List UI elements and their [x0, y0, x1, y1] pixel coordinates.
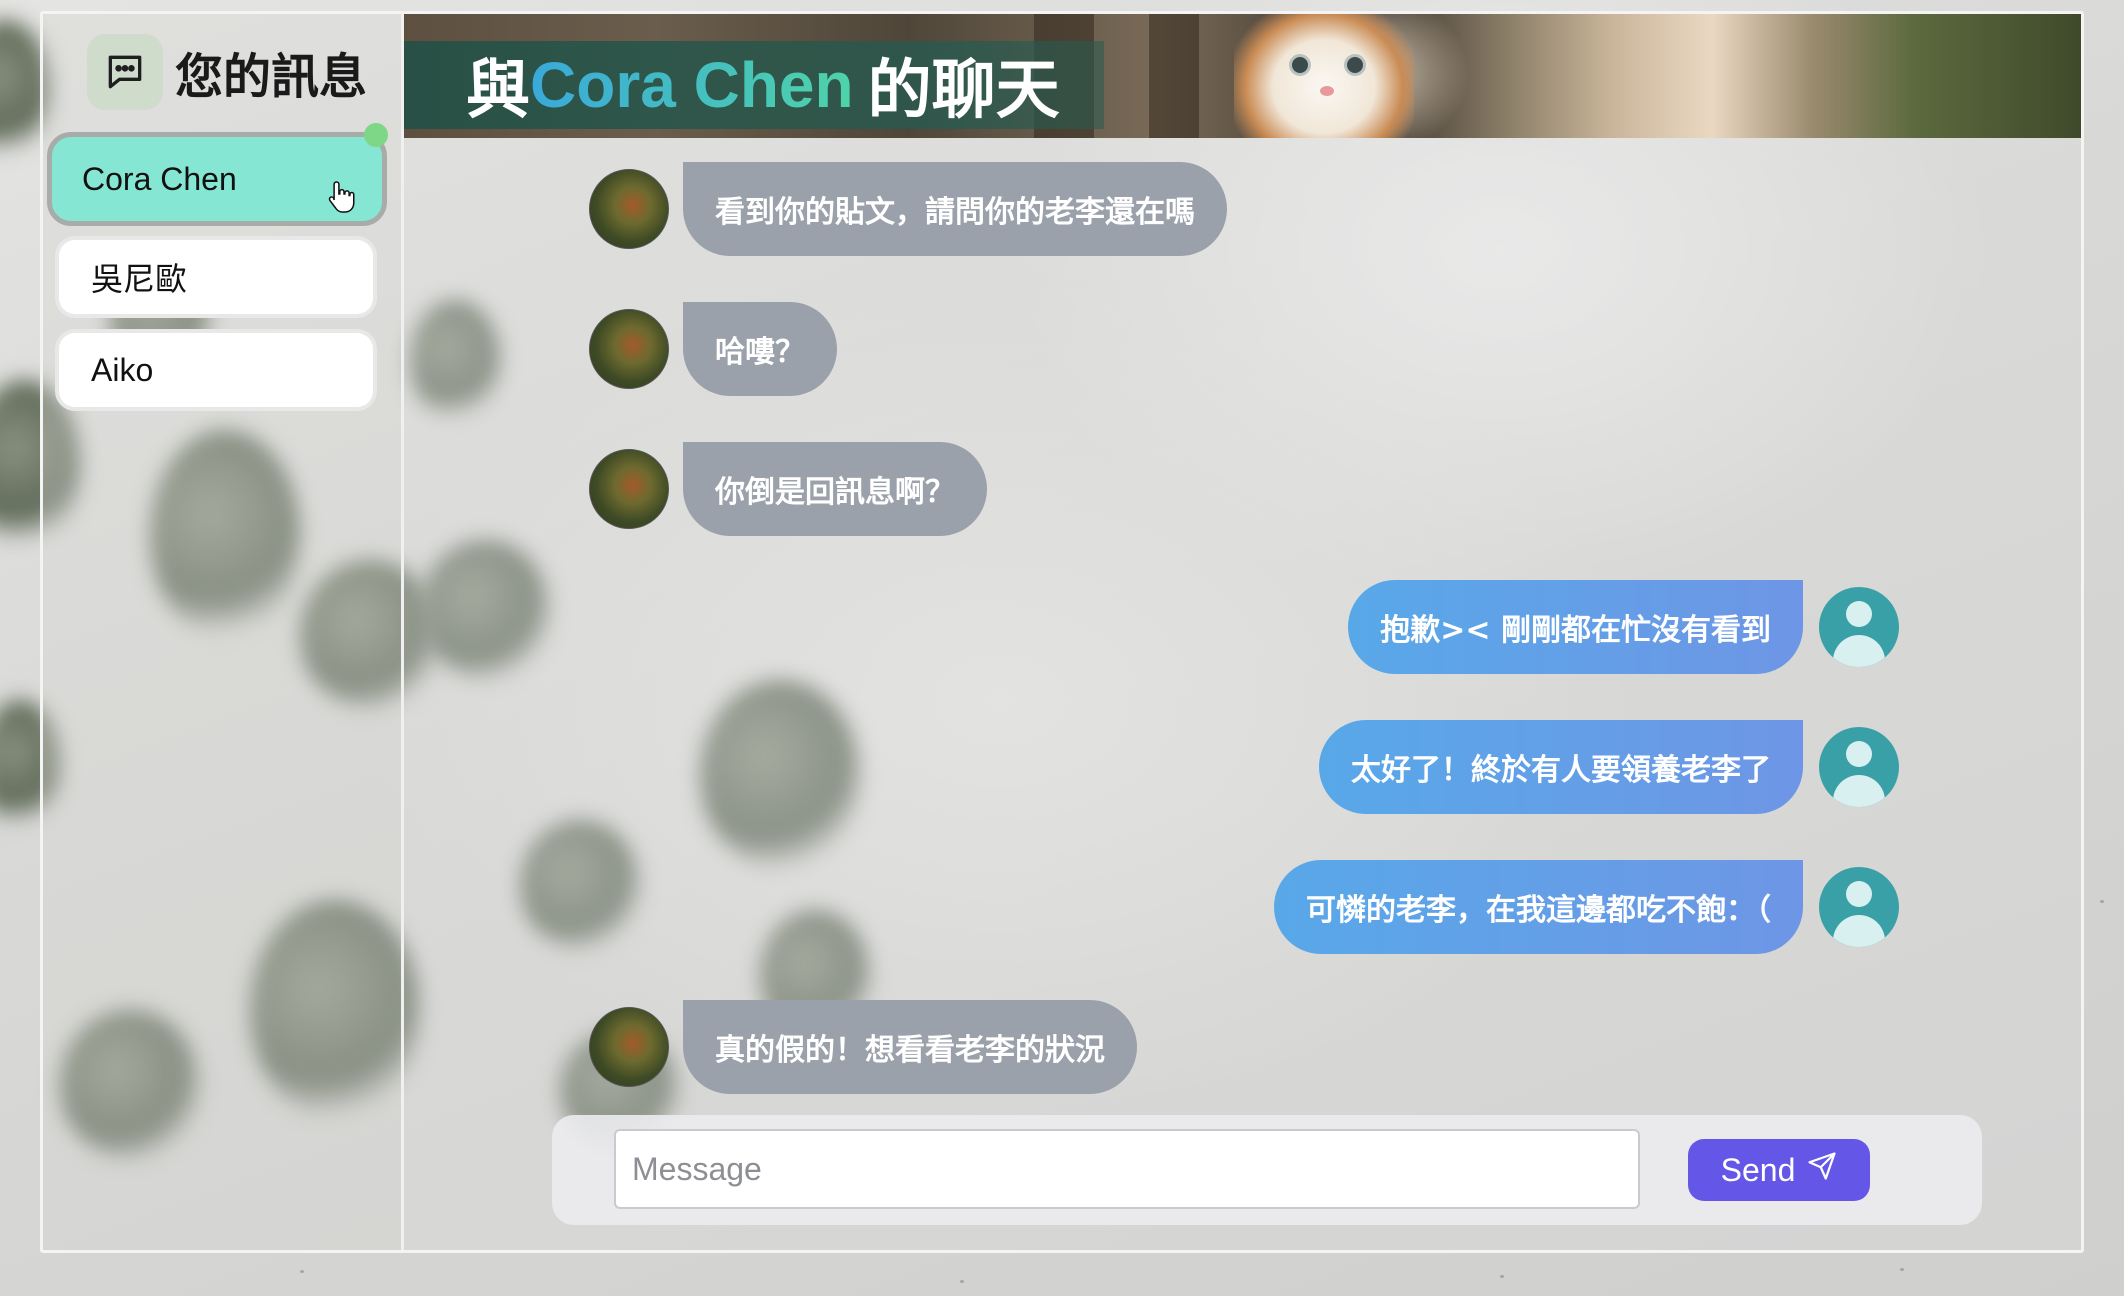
message-bubble: 真的假的！想看看老李的狀況 — [683, 1000, 1137, 1094]
contact-avatar[interactable] — [589, 309, 669, 389]
chat-title-prefix: 與 — [466, 54, 530, 128]
hand-pointer-icon — [326, 179, 356, 223]
chat-banner: 與 Cora Chen 的聊天 — [404, 14, 2081, 138]
message-outgoing: 太好了！終於有人要領養老李了 — [1319, 720, 1899, 814]
message-bubble: 哈嘍？ — [683, 302, 837, 396]
sidebar-header: 您的訊息 — [87, 32, 367, 112]
message-bubble: 太好了！終於有人要領養老李了 — [1319, 720, 1803, 814]
message-bubble: 看到你的貼文，請問你的老李還在嗎 — [683, 162, 1227, 256]
message-bubble: 抱歉>< 剛剛都在忙沒有看到 — [1348, 580, 1803, 674]
messaging-app: 您的訊息 Cora Chen 吳尼歐 Aiko 與 Cora Chen 的聊天 … — [40, 11, 2084, 1253]
contact-item-cora-chen[interactable]: Cora Chen — [47, 123, 388, 226]
message-incoming: 哈嘍？ — [589, 302, 837, 396]
message-input[interactable] — [614, 1129, 1640, 1209]
kitten-photo — [1234, 14, 1414, 138]
message-outgoing: 抱歉>< 剛剛都在忙沒有看到 — [1348, 580, 1899, 674]
user-avatar-icon[interactable] — [1819, 867, 1899, 947]
chat-title: 與 Cora Chen 的聊天 — [404, 41, 1104, 129]
message-bubble: 你倒是回訊息啊？ — [683, 442, 987, 536]
online-indicator — [364, 123, 388, 147]
sidebar-title: 您的訊息 — [175, 49, 368, 105]
message-incoming: 真的假的！想看看老李的狀況 — [589, 1000, 1137, 1094]
contact-name: Cora Chen — [82, 160, 237, 197]
send-button-label: Send — [1720, 1151, 1796, 1188]
message-bubble: 可憐的老李，在我這邊都吃不飽：（ — [1274, 860, 1803, 954]
message-incoming: 你倒是回訊息啊？ — [589, 442, 987, 536]
chat-title-suffix: 的聊天 — [867, 54, 1060, 128]
contact-name: 吳尼歐 — [91, 261, 188, 297]
chat-panel: 與 Cora Chen 的聊天 看到你的貼文，請問你的老李還在嗎 哈嘍？ 你倒是… — [404, 14, 2081, 1250]
chat-title-contact-name: Cora Chen — [530, 49, 854, 121]
message-incoming: 看到你的貼文，請問你的老李還在嗎 — [589, 162, 1227, 256]
message-outgoing: 可憐的老李，在我這邊都吃不飽：（ — [1274, 860, 1899, 954]
chat-bubble-icon — [87, 34, 163, 110]
send-button[interactable]: Send — [1688, 1139, 1870, 1201]
contact-item-aiko[interactable]: Aiko — [55, 329, 377, 411]
contact-item-wu-ni-ou[interactable]: 吳尼歐 — [55, 236, 377, 318]
paper-plane-icon — [1807, 1151, 1837, 1189]
contact-avatar[interactable] — [589, 1007, 669, 1087]
message-composer: Send — [552, 1115, 1982, 1225]
sidebar: 您的訊息 Cora Chen 吳尼歐 Aiko — [43, 14, 404, 1250]
contact-name: Aiko — [91, 351, 154, 388]
user-avatar-icon[interactable] — [1819, 727, 1899, 807]
contact-avatar[interactable] — [589, 449, 669, 529]
contact-avatar[interactable] — [589, 169, 669, 249]
user-avatar-icon[interactable] — [1819, 587, 1899, 667]
